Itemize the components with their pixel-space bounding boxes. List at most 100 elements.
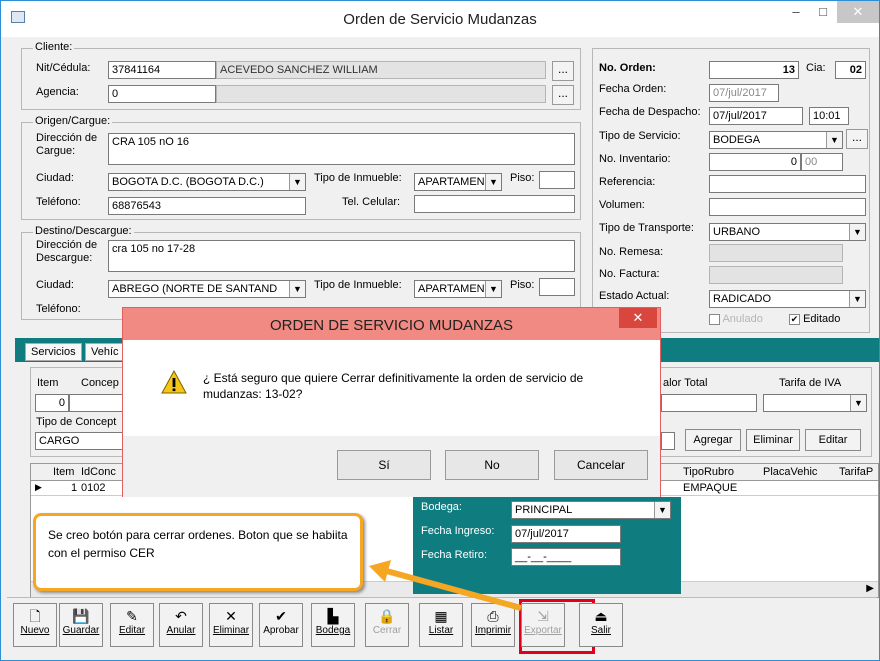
tipo-servicio-select[interactable]: BODEGA ▼ [709,131,843,149]
destino-ciudad-select[interactable]: ABREGO (NORTE DE SANTAND ▼ [108,280,306,298]
chevron-down-icon: ▼ [289,281,305,297]
chevron-down-icon: ▼ [826,132,842,148]
confirm-dialog: ORDEN DE SERVICIO MUDANZAS ✕ ¿ Está segu… [122,307,661,497]
concepto-extra-field[interactable] [661,432,675,450]
editar-toolbar-button[interactable]: ✎ Editar [110,603,154,647]
agencia-label: Agencia: [36,86,79,98]
delete-icon: ✕ [225,608,237,624]
origen-dir-field[interactable]: CRA 105 nO 16 [108,133,575,165]
volumen-field[interactable] [709,198,866,216]
fecha-ingreso-label: Fecha Ingreso: [421,525,495,537]
chevron-down-icon: ▼ [654,502,670,518]
close-button[interactable]: ✕ [837,1,879,23]
eliminar-toolbar-button[interactable]: ✕ Eliminar [209,603,253,647]
origen-inmueble-select[interactable]: APARTAMEN ▼ [414,173,502,191]
chevron-down-icon: ▼ [485,281,501,297]
tipo-servicio-label: Tipo de Servicio: [599,130,681,142]
bodega-select[interactable]: PRINCIPAL ▼ [511,501,671,519]
dialog-yes-button[interactable]: Sí [337,450,431,480]
fecha-despacho-field[interactable]: 07/jul/2017 [709,107,803,125]
destino-inmueble-value: APARTAMEN [418,283,485,295]
nit-field[interactable]: 37841164 [108,61,216,79]
inventario-field[interactable]: 0 [709,153,801,171]
dialog-close-button[interactable]: ✕ [619,308,657,328]
concepto-field[interactable] [69,394,123,412]
client-lookup-button[interactable]: ... [552,61,574,81]
anulado-checkbox[interactable]: Anulado [709,313,763,325]
fecha-ingreso-field[interactable]: 07/jul/2017 [511,525,621,543]
dialog-cancel-button[interactable]: Cancelar [554,450,648,480]
destino-inmueble-select[interactable]: APARTAMEN ▼ [414,280,502,298]
new-document-icon: 🗋 [29,608,41,624]
tipo-transporte-label: Tipo de Transporte: [599,222,694,234]
agencia-lookup-button[interactable]: ... [552,85,574,105]
grid-col-tarifap[interactable]: TarifaP [839,466,873,478]
cliente-group-label: Cliente: [33,41,75,53]
origen-tel-field[interactable]: 68876543 [108,197,306,215]
tarifa-iva-select[interactable]: ▼ [763,394,867,412]
destino-dir-field[interactable]: cra 105 no 17-28 [108,240,575,272]
save-icon: 💾 [72,608,90,624]
grid-col-idconc[interactable]: IdConc [81,466,116,478]
nuevo-button[interactable]: 🗋 Nuevo [13,603,57,647]
approve-icon: ✔ [275,608,287,624]
editado-label: Editado [803,313,841,325]
hora-despacho-field[interactable]: 10:01 [809,107,849,125]
origen-group-label: Origen/Cargue: [33,115,113,127]
bodega-button[interactable]: ▙ Bodega [311,603,355,647]
destino-tel-label: Teléfono: [36,303,81,315]
undo-icon: ↶ [175,608,187,624]
origen-ciudad-label: Ciudad: [36,172,74,184]
origen-ciudad-value: BOGOTA D.C. (BOGOTA D.C.) [112,176,264,188]
row-idconc-value: 0102 [81,482,106,494]
referencia-field[interactable] [709,175,866,193]
guardar-button[interactable]: 💾 Guardar [59,603,103,647]
bodega-label: Bodega: [421,501,462,513]
no-orden-label: No. Orden: [599,62,656,74]
dialog-title: ORDEN DE SERVICIO MUDANZAS [269,317,514,334]
item-field[interactable]: 0 [35,394,69,412]
dialog-no-button[interactable]: No [445,450,539,480]
agencia-field[interactable]: 0 [108,85,216,103]
editado-checkbox[interactable]: ✔ Editado [789,313,840,325]
salir-button[interactable]: ⏏ Salir [579,603,623,647]
origen-cel-field[interactable] [414,195,575,213]
valor-total-field[interactable] [661,394,757,412]
eliminar-button[interactable]: Eliminar [746,429,800,451]
tipo-concepto-label: Tipo de Concept [36,416,117,428]
tab-vehiculos[interactable]: Vehíc [85,343,125,361]
row-item-value: 1 [71,482,78,494]
tipo-transporte-value: URBANO [713,226,761,238]
estado-value: RADICADO [713,293,772,305]
origen-ciudad-select[interactable]: BOGOTA D.C. (BOGOTA D.C.) ▼ [108,173,306,191]
servicio-lookup-button[interactable]: ... [846,129,868,149]
check-icon: ✔ [789,313,800,325]
destino-dir-label: Dirección de Descargue: [36,239,98,264]
valor-total-label: alor Total [663,377,708,389]
grid-col-item[interactable]: Item [53,466,74,478]
estado-select[interactable]: RADICADO ▼ [709,290,866,308]
maximize-button[interactable]: □ [809,1,837,23]
destino-piso-field[interactable] [539,278,575,296]
anular-button[interactable]: ↶ Anular [159,603,203,647]
item-label: Item [37,377,59,389]
tipo-transporte-select[interactable]: URBANO ▼ [709,223,866,241]
window-title: Orden de Servicio Mudanzas [343,11,537,28]
aprobar-button[interactable]: ✔ Aprobar [259,603,303,647]
tipo-concepto-field[interactable]: CARGO [35,432,123,450]
agregar-button[interactable]: Agregar [685,429,741,451]
editar-button[interactable]: Editar [805,429,861,451]
client-name-field: ACEVEDO SANCHEZ WILLIAM [216,61,546,79]
tab-servicios[interactable]: Servicios [25,343,82,361]
remesa-field [709,244,843,262]
grid-col-tiporubro[interactable]: TipoRubro [683,466,734,478]
estado-label: Estado Actual: [599,290,670,302]
minimize-button[interactable]: – [783,1,809,23]
grid-col-placavehic[interactable]: PlacaVehic [763,466,817,478]
scroll-right-icon[interactable]: ▶ [866,583,874,594]
origen-dir-label: Dirección de Cargue: [36,132,98,157]
chevron-down-icon: ▼ [849,291,865,307]
inventario-label: No. Inventario: [599,153,671,165]
origen-piso-field[interactable] [539,171,575,189]
nit-label: Nit/Cédula: [36,62,91,74]
